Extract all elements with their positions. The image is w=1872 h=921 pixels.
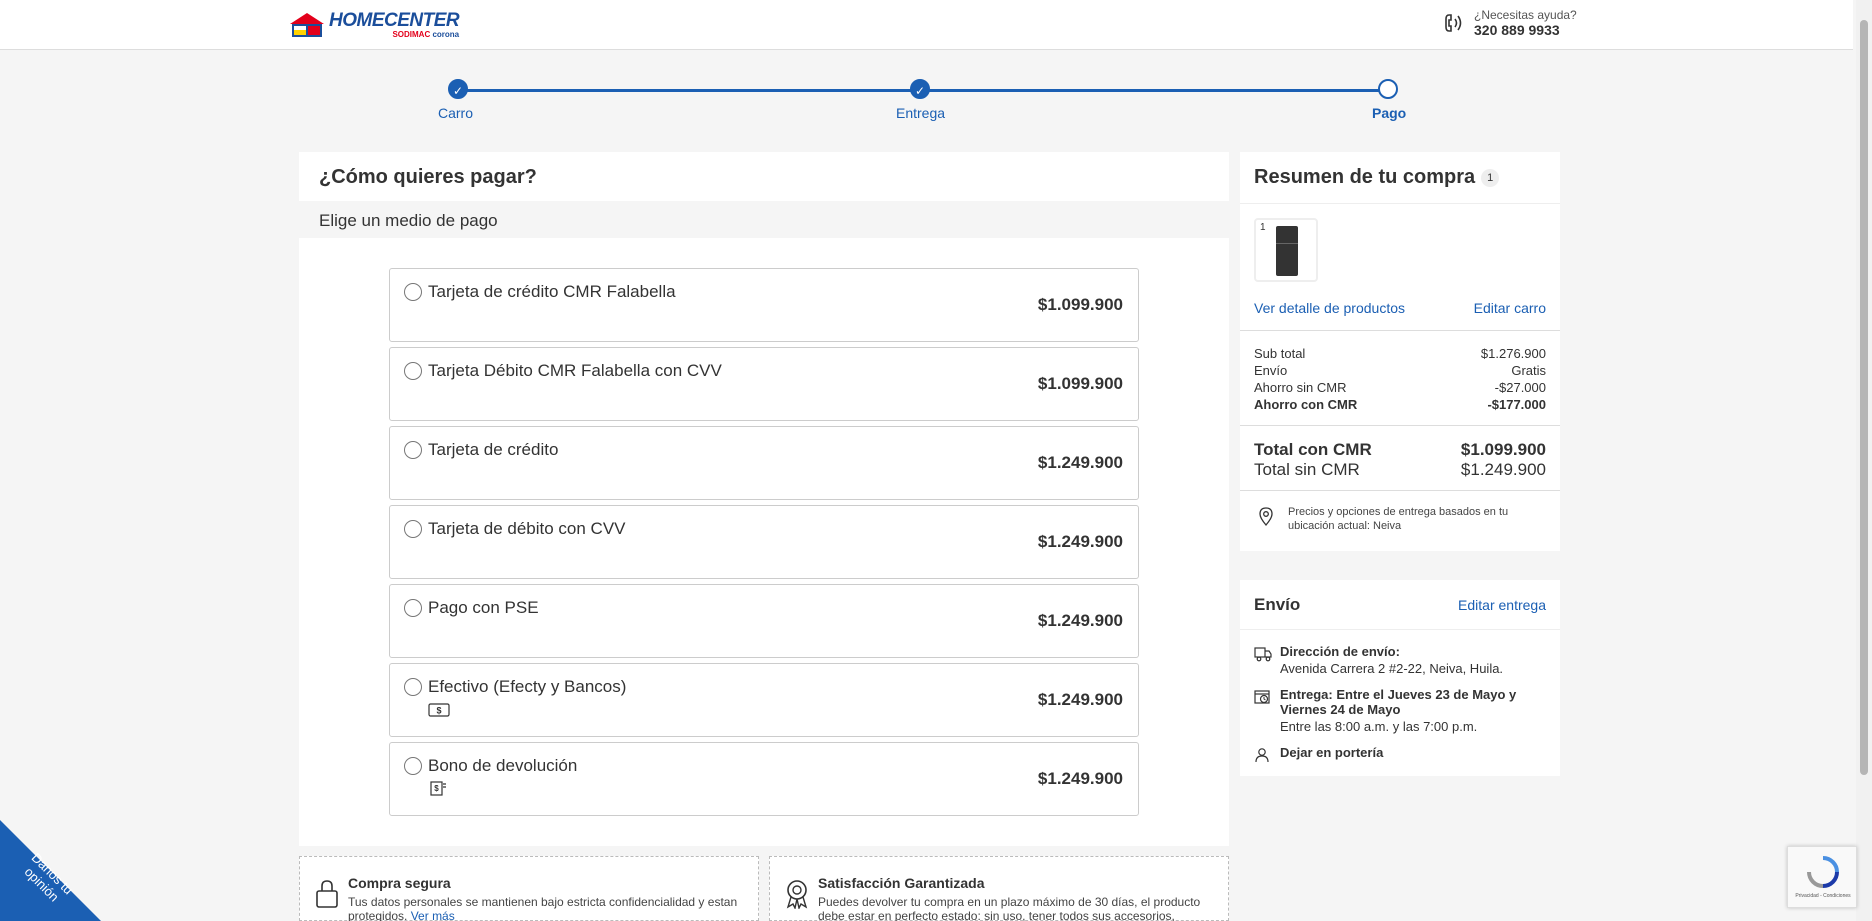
summary-rows: Sub total $1.276.900 Envío Gratis Ahorro s… bbox=[1240, 331, 1560, 426]
option-price: $1.249.900 bbox=[1037, 532, 1123, 551]
option-price: $1.249.900 bbox=[1037, 690, 1123, 709]
option-label: Bono de devolución bbox=[428, 756, 578, 775]
cash-icon: $ bbox=[428, 703, 450, 717]
subtotal-row: Sub total $1.276.900 bbox=[1254, 346, 1546, 361]
location-pin-icon bbox=[1259, 507, 1273, 526]
step-entrega[interactable]: ✓ Entrega bbox=[896, 79, 945, 121]
payment-option-cmr-credit[interactable]: Tarjeta de crédito CMR Falabella $1.099.… bbox=[389, 268, 1139, 342]
option-price: $1.249.900 bbox=[1037, 611, 1123, 630]
phone-icon bbox=[1445, 14, 1462, 32]
payment-option-debit-card[interactable]: Tarjeta de débito con CVV $1.249.900 bbox=[389, 505, 1139, 579]
total-cmr-row: Total con CMR $1.099.900 bbox=[1254, 440, 1546, 459]
payment-option-voucher[interactable]: Bono de devolución $ $1.249.900 bbox=[389, 742, 1139, 816]
order-summary: Resumen de tu compra 1 1 Ver detalle de … bbox=[1240, 152, 1560, 551]
step-label: Pago bbox=[1372, 105, 1407, 121]
payment-option-pse[interactable]: Pago con PSE $1.249.900 bbox=[389, 584, 1139, 658]
shipping-panel: Envío Editar entrega Dirección de envío:… bbox=[1240, 580, 1560, 776]
option-label: Tarjeta de crédito bbox=[428, 440, 559, 459]
refrigerator-image bbox=[1276, 226, 1298, 276]
house-logo-icon bbox=[290, 13, 324, 37]
option-price: $1.249.900 bbox=[1037, 453, 1123, 472]
logo-subbrand: SODIMAC corona bbox=[392, 30, 460, 39]
step-pago: Pago bbox=[1372, 79, 1406, 121]
delivery-date: Entrega: Entre el Jueves 23 de Mayo y Vi… bbox=[1254, 687, 1546, 737]
help-phone: 320 889 9933 bbox=[1474, 22, 1560, 38]
trust-text: Tus datos personales se mantienen bajo e… bbox=[348, 895, 738, 921]
payment-options-list: Tarjeta de crédito CMR Falabella $1.099.… bbox=[299, 238, 1229, 846]
step-label: Carro bbox=[438, 105, 474, 121]
view-product-detail-link[interactable]: Ver detalle de productos bbox=[1254, 300, 1405, 316]
savings-no-cmr-row: Ahorro sin CMR -$27.000 bbox=[1254, 380, 1546, 395]
help-contact[interactable]: ¿Necesitas ayuda? 320 889 9933 bbox=[1440, 8, 1577, 38]
location-note: Precios y opciones de entrega basados en… bbox=[1240, 491, 1560, 551]
payment-subtitle: Elige un medio de pago bbox=[319, 211, 498, 230]
homecenter-logo[interactable]: HOMECENTER SODIMAC corona bbox=[289, 10, 460, 39]
trust-title: Compra segura bbox=[348, 875, 451, 891]
option-label: Tarjeta de débito con CVV bbox=[428, 519, 626, 538]
check-icon: ✓ bbox=[448, 79, 468, 99]
recaptcha-terms[interactable]: Privacidad - Condiciones bbox=[1788, 893, 1858, 899]
see-more-link[interactable]: Ver más bbox=[411, 909, 455, 921]
option-label: Pago con PSE bbox=[428, 598, 539, 617]
thumb-qty: 1 bbox=[1260, 222, 1266, 233]
radio-button[interactable] bbox=[404, 362, 422, 380]
current-step-icon bbox=[1378, 79, 1398, 99]
item-count-badge: 1 bbox=[1481, 168, 1500, 187]
payment-option-credit-card[interactable]: Tarjeta de crédito $1.249.900 bbox=[389, 426, 1139, 500]
shipping-address: Dirección de envío: Avenida Carrera 2 #2… bbox=[1254, 644, 1546, 679]
payment-panel: ¿Cómo quieres pagar? Elige un medio de p… bbox=[299, 152, 1229, 846]
truck-icon bbox=[1254, 647, 1272, 662]
trust-title: Satisfacción Garantizada bbox=[818, 875, 985, 891]
help-question: ¿Necesitas ayuda? bbox=[1474, 8, 1577, 22]
summary-title: Resumen de tu compra bbox=[1254, 166, 1476, 188]
option-price: $1.099.900 bbox=[1037, 295, 1123, 314]
summary-totals: Total con CMR $1.099.900 Total sin CMR $1.… bbox=[1240, 426, 1560, 491]
leave-at-reception: Dejar en portería bbox=[1254, 745, 1546, 763]
step-label: Entrega bbox=[896, 105, 946, 121]
total-no-cmr-row: Total sin CMR $1.249.900 bbox=[1254, 460, 1546, 479]
radio-button[interactable] bbox=[404, 678, 422, 696]
radio-button[interactable] bbox=[404, 757, 422, 775]
radio-button[interactable] bbox=[404, 283, 422, 301]
shipping-title: Envío bbox=[1254, 594, 1301, 614]
option-label: Tarjeta Débito CMR Falabella con CVV bbox=[428, 361, 722, 380]
trust-satisfaction: Satisfacción Garantizada Puedes devolver… bbox=[769, 856, 1229, 921]
site-header: HOMECENTER SODIMAC corona ¿Necesitas ayu… bbox=[0, 0, 1853, 50]
logo-wordmark: HOMECENTER bbox=[329, 10, 460, 31]
recaptcha-badge[interactable]: Privacidad - Condiciones bbox=[1787, 846, 1857, 908]
option-price: $1.249.900 bbox=[1037, 769, 1123, 788]
person-icon bbox=[1255, 748, 1269, 763]
svg-text:$: $ bbox=[434, 784, 439, 793]
savings-cmr-row: Ahorro con CMR -$177.000 bbox=[1254, 397, 1546, 412]
trust-secure-purchase: Compra segura Tus datos personales se ma… bbox=[299, 856, 759, 921]
page-scrollbar[interactable] bbox=[1856, 0, 1872, 921]
payment-option-cash[interactable]: Efectivo (Efecty y Bancos) $ $1.249.900 bbox=[389, 663, 1139, 737]
edit-cart-link[interactable]: Editar carro bbox=[1474, 300, 1546, 316]
feedback-tab[interactable]: Danos tu opinión bbox=[0, 820, 101, 921]
payment-option-cmr-debit[interactable]: Tarjeta Débito CMR Falabella con CVV $1.… bbox=[389, 347, 1139, 421]
scrollbar-thumb[interactable] bbox=[1860, 20, 1868, 775]
radio-button[interactable] bbox=[404, 520, 422, 538]
award-icon bbox=[786, 880, 808, 909]
radio-button[interactable] bbox=[404, 599, 422, 617]
voucher-icon: $ bbox=[430, 781, 446, 796]
step-carro[interactable]: ✓ Carro bbox=[438, 79, 473, 121]
summary-header: Resumen de tu compra 1 bbox=[1240, 152, 1560, 204]
check-icon: ✓ bbox=[910, 79, 930, 99]
option-label: Efectivo (Efecty y Bancos) bbox=[428, 677, 627, 696]
calendar-clock-icon bbox=[1254, 690, 1270, 704]
product-thumbnail[interactable]: 1 bbox=[1254, 218, 1318, 282]
option-price: $1.099.900 bbox=[1037, 374, 1123, 393]
radio-button[interactable] bbox=[404, 441, 422, 459]
lock-icon bbox=[316, 880, 338, 908]
payment-title: ¿Cómo quieres pagar? bbox=[319, 166, 537, 188]
shipping-row: Envío Gratis bbox=[1254, 363, 1546, 378]
option-label: Tarjeta de crédito CMR Falabella bbox=[428, 282, 676, 301]
checkout-stepper: ✓ Carro ✓ Entrega Pago bbox=[438, 79, 1406, 129]
recaptcha-icon bbox=[1807, 856, 1839, 888]
trust-text: Puedes devolver tu compra en un plazo má… bbox=[818, 895, 1201, 921]
payment-title-box: ¿Cómo quieres pagar? bbox=[299, 152, 1229, 201]
svg-text:$: $ bbox=[436, 706, 441, 716]
edit-delivery-link[interactable]: Editar entrega bbox=[1458, 597, 1546, 613]
